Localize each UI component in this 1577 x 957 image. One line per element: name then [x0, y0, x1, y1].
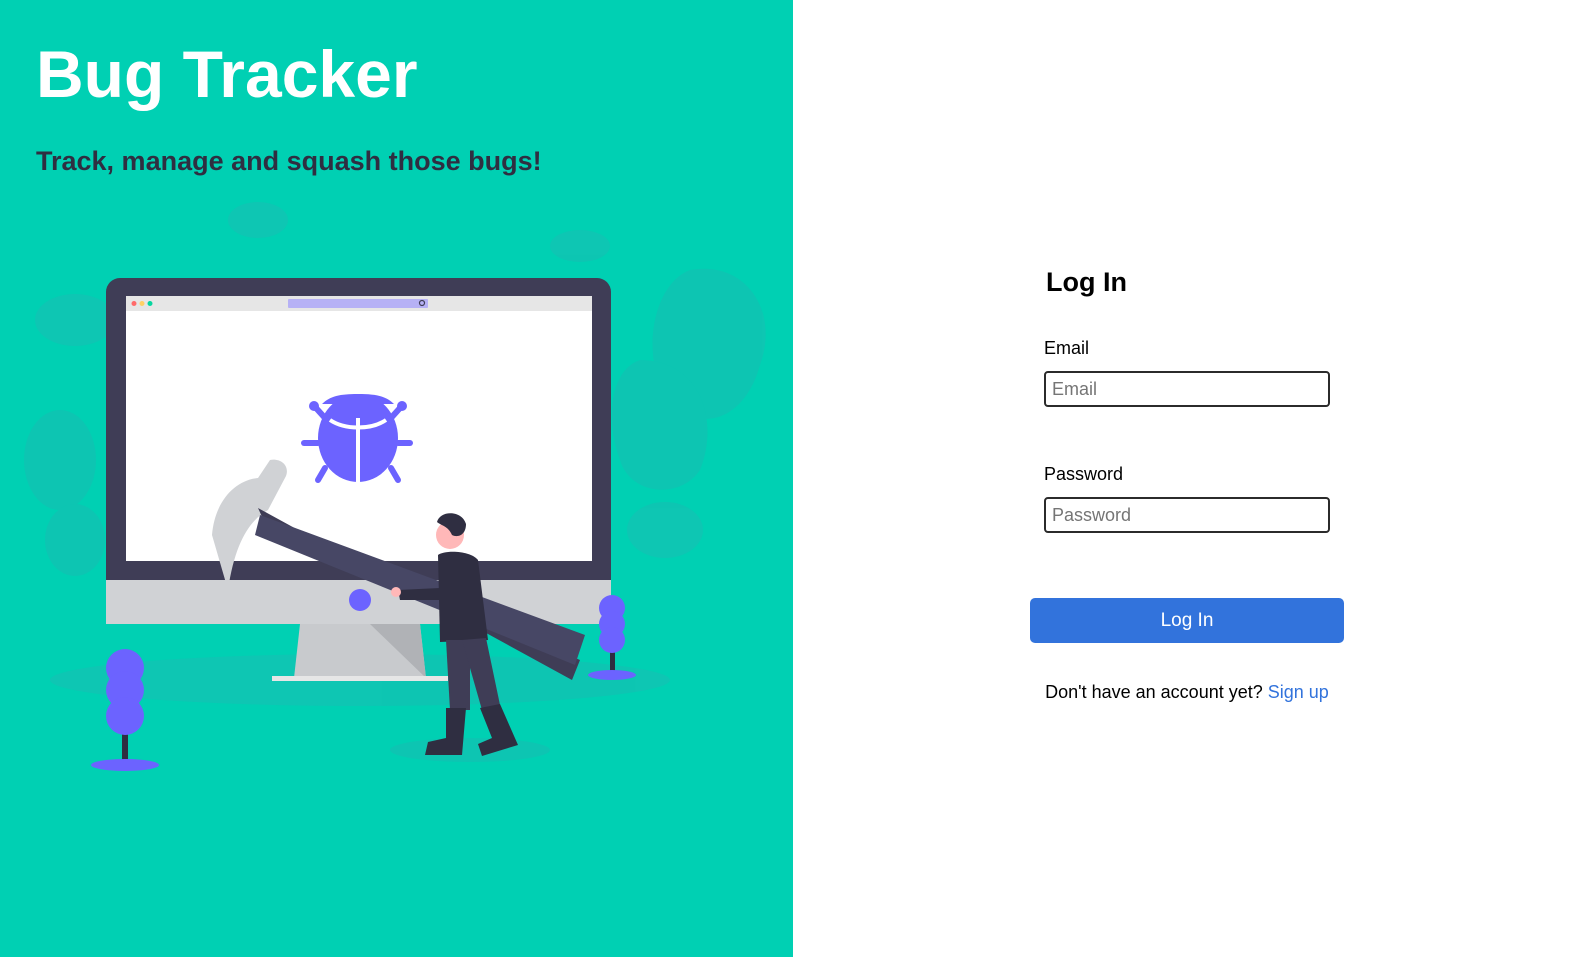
login-button[interactable]: Log In: [1030, 598, 1344, 643]
signup-link[interactable]: Sign up: [1268, 682, 1329, 702]
app-tagline: Track, manage and squash those bugs!: [36, 146, 542, 176]
login-title: Log In: [1046, 267, 1127, 297]
app-title: Bug Tracker: [36, 37, 418, 111]
hero-panel: Bug Tracker Track, manage and squash tho…: [0, 0, 793, 957]
login-page: Bug Tracker Track, manage and squash tho…: [0, 0, 1577, 957]
email-field[interactable]: [1044, 371, 1330, 407]
email-label: Email: [1044, 338, 1090, 358]
password-label: Password: [1044, 464, 1124, 484]
password-field[interactable]: [1044, 497, 1330, 533]
signup-prompt-text: Don't have an account yet?: [1045, 682, 1263, 702]
bug-fixing-illustration: [24, 202, 766, 771]
signup-prompt-row: Don't have an account yet? Sign up: [793, 680, 1577, 704]
login-panel: Log In Email Password Log In Don't have …: [793, 0, 1577, 957]
